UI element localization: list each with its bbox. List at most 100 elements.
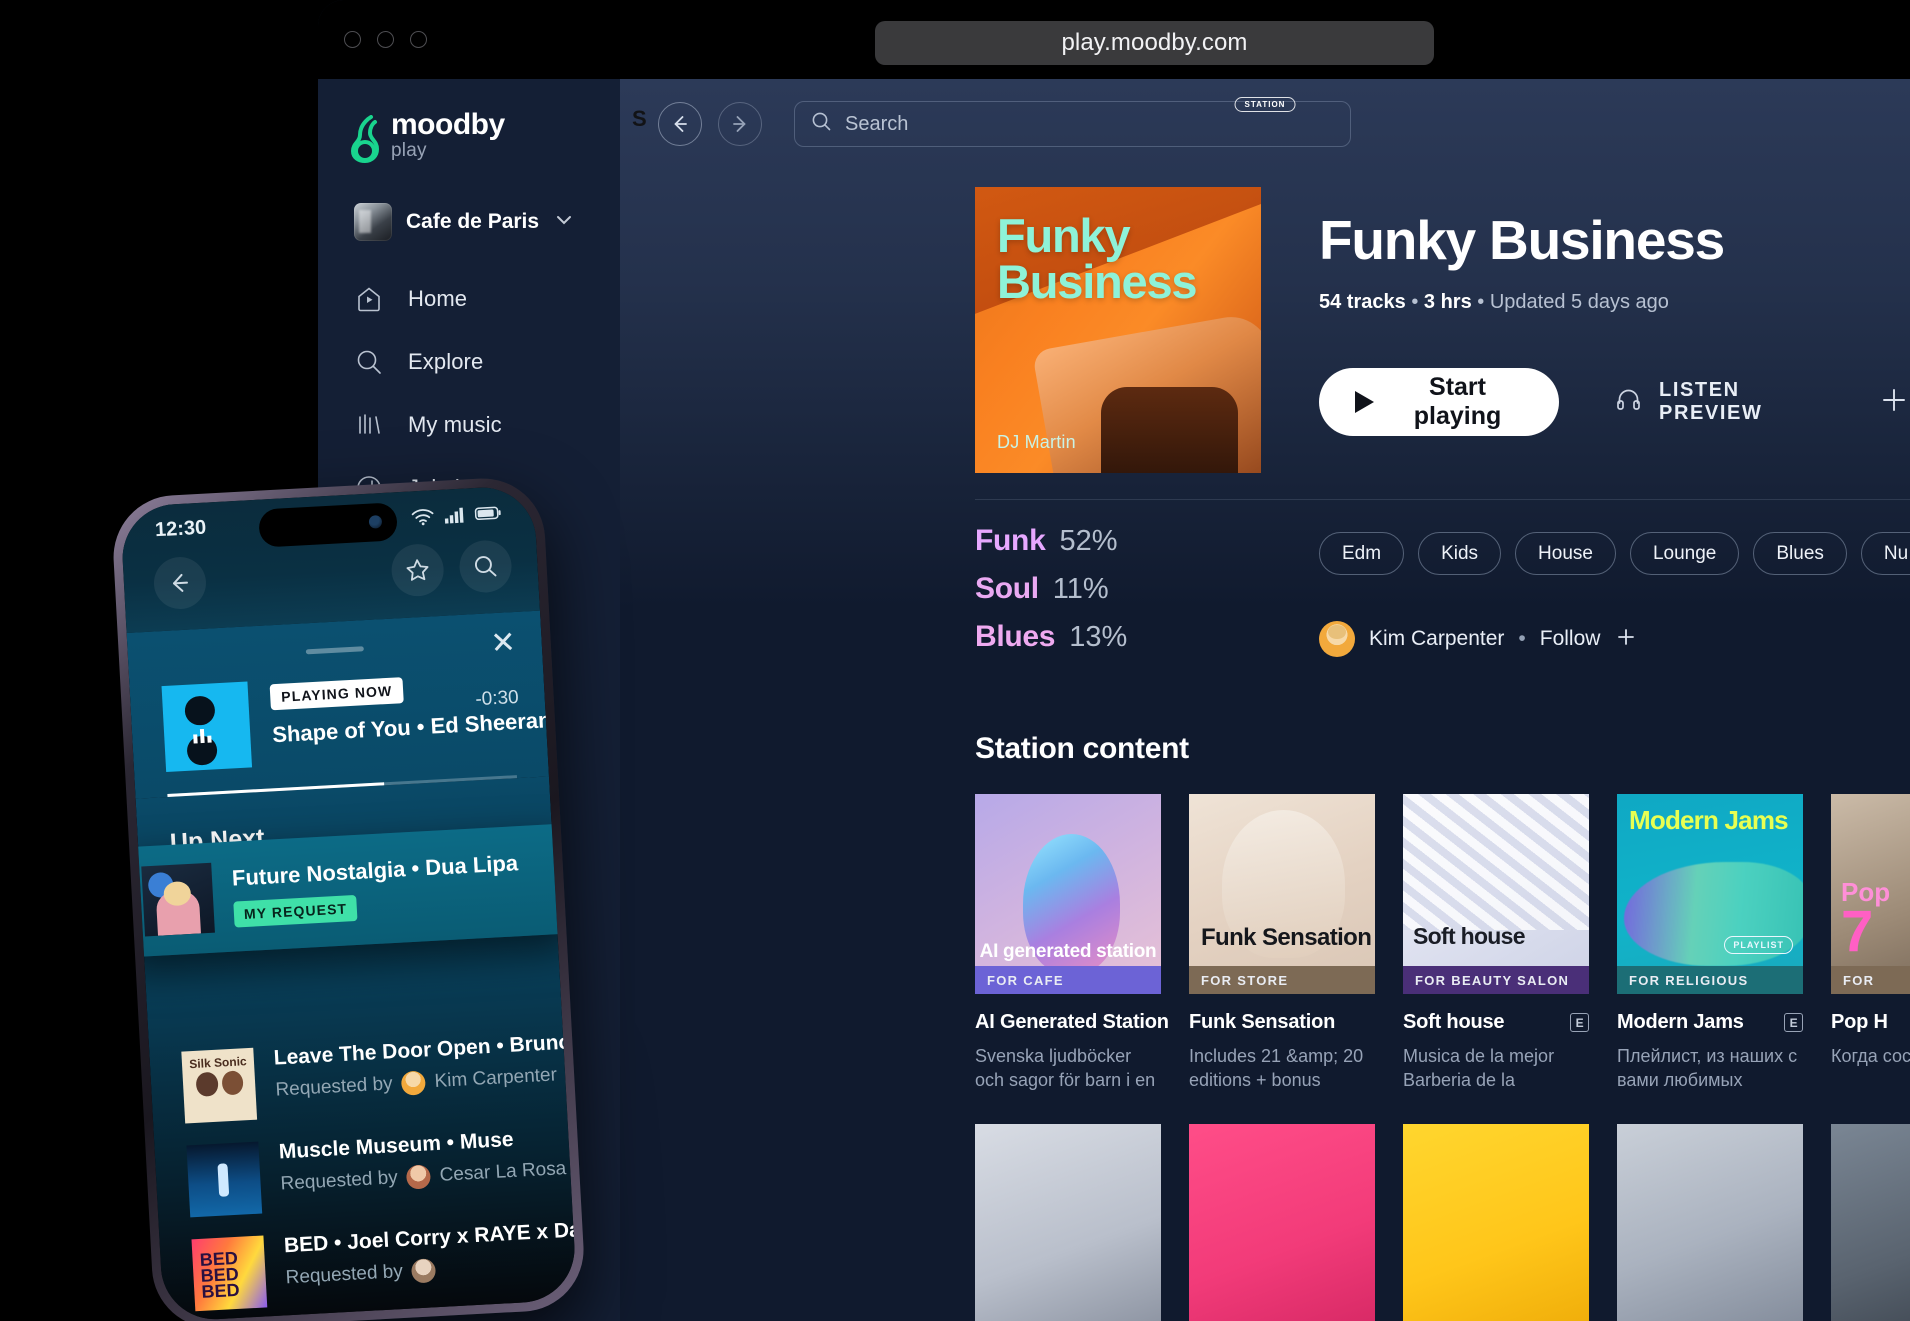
add-to-library-button[interactable] bbox=[1878, 384, 1910, 421]
station-card[interactable]: AI generated station FOR CAFE AI Generat… bbox=[975, 794, 1169, 1094]
track-count: 54 tracks bbox=[1319, 291, 1406, 314]
artwork-shape bbox=[217, 1163, 230, 1198]
card-artwork[interactable] bbox=[1617, 1124, 1803, 1321]
forward-button[interactable] bbox=[718, 102, 762, 146]
requested-by-label: Requested by bbox=[274, 1073, 394, 1101]
genre-name: Funk bbox=[975, 524, 1046, 557]
search-placeholder: Search bbox=[845, 112, 909, 135]
genre-breakdown: Funk 52% Soul 11% Blues 13% bbox=[975, 524, 1261, 668]
artwork-label: BED BED BED bbox=[199, 1247, 241, 1303]
now-playing-remaining: -0:30 bbox=[474, 686, 520, 711]
station-content-grid: AI generated station FOR CAFE AI Generat… bbox=[620, 766, 1910, 1094]
tag-chip[interactable]: Kids bbox=[1418, 532, 1502, 575]
genre-row: Blues 13% bbox=[975, 620, 1261, 654]
card-artwork: AI generated station FOR CAFE bbox=[975, 794, 1161, 994]
artwork-label: Silk Sonic bbox=[188, 1054, 248, 1072]
phone-back-button[interactable] bbox=[152, 555, 208, 611]
minimize-window-dot[interactable] bbox=[377, 31, 394, 48]
track-artwork: Silk Sonic bbox=[181, 1047, 258, 1124]
card-title: AI Generated Station bbox=[975, 1011, 1169, 1033]
tag-chip[interactable]: Lounge bbox=[1629, 532, 1740, 575]
card-badge: FOR STORE bbox=[1189, 966, 1375, 994]
tag-chip[interactable]: Blues bbox=[1753, 532, 1847, 575]
station-card[interactable]: Modern Jams PLAYLIST FOR RELIGIOUS Moder… bbox=[1617, 794, 1803, 1094]
artwork-shape bbox=[195, 1071, 219, 1097]
station-name: Cafe de Paris bbox=[406, 210, 540, 233]
start-playing-label: Start playing bbox=[1413, 373, 1502, 431]
dynamic-island bbox=[258, 502, 398, 548]
tag-chip[interactable]: Nu disco bbox=[1860, 532, 1910, 575]
playing-now-chip: PLAYING NOW bbox=[269, 677, 404, 711]
wifi-icon bbox=[411, 508, 434, 525]
phone-mockup: 12:30 ✕ PLAYING NOW Shape of You • Ed Sh… bbox=[110, 475, 587, 1321]
station-switcher[interactable]: Cafe de Paris bbox=[354, 203, 572, 241]
card-artwork[interactable] bbox=[1831, 1124, 1910, 1321]
card-title-row: Pop H bbox=[1831, 1011, 1910, 1034]
meta-separator: • bbox=[1477, 291, 1485, 314]
card-artwork[interactable]: STATION bbox=[1189, 97, 1375, 1321]
moodby-logo-icon bbox=[350, 115, 381, 164]
favorite-star-button[interactable] bbox=[390, 542, 445, 598]
card-description: Includes 21 &amp; 20 editions + bonus tr… bbox=[1189, 1046, 1364, 1091]
card-badge: FOR bbox=[1831, 966, 1910, 994]
now-playing-panel: ✕ PLAYING NOW Shape of You • Ed Sheeran … bbox=[126, 610, 552, 799]
listen-preview-label: LISTEN PREVIEW bbox=[1659, 379, 1763, 425]
card-badge: FOR CAFE bbox=[975, 966, 1161, 994]
tag-chip[interactable]: House bbox=[1515, 532, 1616, 575]
headphones-icon bbox=[1615, 386, 1642, 419]
card-artwork[interactable] bbox=[975, 1124, 1161, 1321]
soft-stripes-graphic bbox=[1403, 794, 1589, 930]
card-title-row: Modern Jams E bbox=[1617, 1011, 1803, 1034]
sidebar-item-explore[interactable]: Explore bbox=[318, 338, 620, 385]
close-window-dot[interactable] bbox=[344, 31, 361, 48]
station-content-heading: Station content bbox=[975, 732, 1189, 765]
station-card[interactable]: Pop 7 FOR Pop H Когда сосед… bbox=[1831, 794, 1910, 1094]
search-icon bbox=[354, 347, 384, 377]
sidebar-item-my-music[interactable]: My music bbox=[318, 401, 620, 448]
listen-preview-button[interactable]: LISTEN PREVIEW bbox=[1615, 379, 1816, 425]
sidebar-item-home[interactable]: Home bbox=[318, 275, 620, 322]
card-art-caption: AI generated station bbox=[979, 941, 1157, 963]
genre-name: Blues bbox=[975, 620, 1056, 653]
card-title-row: AI Generated Station bbox=[975, 1011, 1169, 1034]
start-playing-button[interactable]: Start playing bbox=[1319, 368, 1559, 437]
maximize-window-dot[interactable] bbox=[410, 31, 427, 48]
requested-by-row: Requested by Cesar La Rosa bbox=[280, 1158, 567, 1196]
explicit-badge-icon: E bbox=[1570, 1013, 1589, 1032]
browser-chrome: play.moodby.com bbox=[318, 0, 1910, 79]
station-card[interactable]: Soft house FOR BEAUTY SALON Soft house E… bbox=[1403, 794, 1589, 1094]
card-title: Modern Jams bbox=[1617, 1011, 1744, 1033]
tag-chip[interactable]: Edm bbox=[1319, 532, 1405, 575]
track-title: Future Nostalgia • Dua Lipa bbox=[231, 850, 519, 891]
genre-row: Soul 11% bbox=[975, 572, 1261, 606]
genre-percent: 52% bbox=[1059, 525, 1118, 557]
sidebar-item-label: Home bbox=[408, 285, 468, 311]
genre-and-tags-row: Funk 52% Soul 11% Blues 13% Edm Kids Hou… bbox=[620, 500, 1910, 668]
playlist-pill: PLAYLIST bbox=[1724, 936, 1793, 954]
page-title: Funky Business bbox=[1319, 209, 1725, 271]
station-card[interactable]: Funk Sensation FOR STORE Funk Sensation … bbox=[1189, 794, 1375, 1094]
station-content-grid-row2: STATION S bbox=[620, 97, 1910, 1321]
drag-handle[interactable] bbox=[305, 646, 364, 655]
avatar bbox=[406, 1164, 432, 1190]
cover-title: Funky Business bbox=[997, 209, 1198, 308]
window-controls[interactable] bbox=[344, 31, 427, 48]
back-button[interactable] bbox=[658, 102, 702, 146]
card-art-caption: S bbox=[632, 106, 647, 131]
owner-separator: • bbox=[1518, 627, 1526, 650]
follow-plus-icon[interactable] bbox=[1614, 625, 1638, 654]
card-description: Svenska ljudböcker och sagor för barn i … bbox=[975, 1046, 1156, 1091]
card-title-row: Funk Sensation bbox=[1189, 1011, 1375, 1034]
follow-button[interactable]: Follow bbox=[1540, 627, 1601, 651]
play-icon bbox=[1355, 391, 1374, 414]
meta-separator: • bbox=[1411, 291, 1419, 314]
app-logo[interactable]: moodby play bbox=[318, 105, 620, 164]
updated-text: Updated 5 days ago bbox=[1489, 291, 1669, 314]
requester-name: Kim Carpenter bbox=[433, 1064, 558, 1092]
close-icon[interactable]: ✕ bbox=[490, 626, 517, 660]
card-title: Soft house bbox=[1403, 1011, 1505, 1033]
phone-search-button[interactable] bbox=[458, 539, 513, 594]
address-bar[interactable]: play.moodby.com bbox=[875, 21, 1434, 65]
card-art-caption: Funk Sensation bbox=[1201, 924, 1372, 951]
card-artwork[interactable]: S bbox=[632, 108, 1589, 1321]
